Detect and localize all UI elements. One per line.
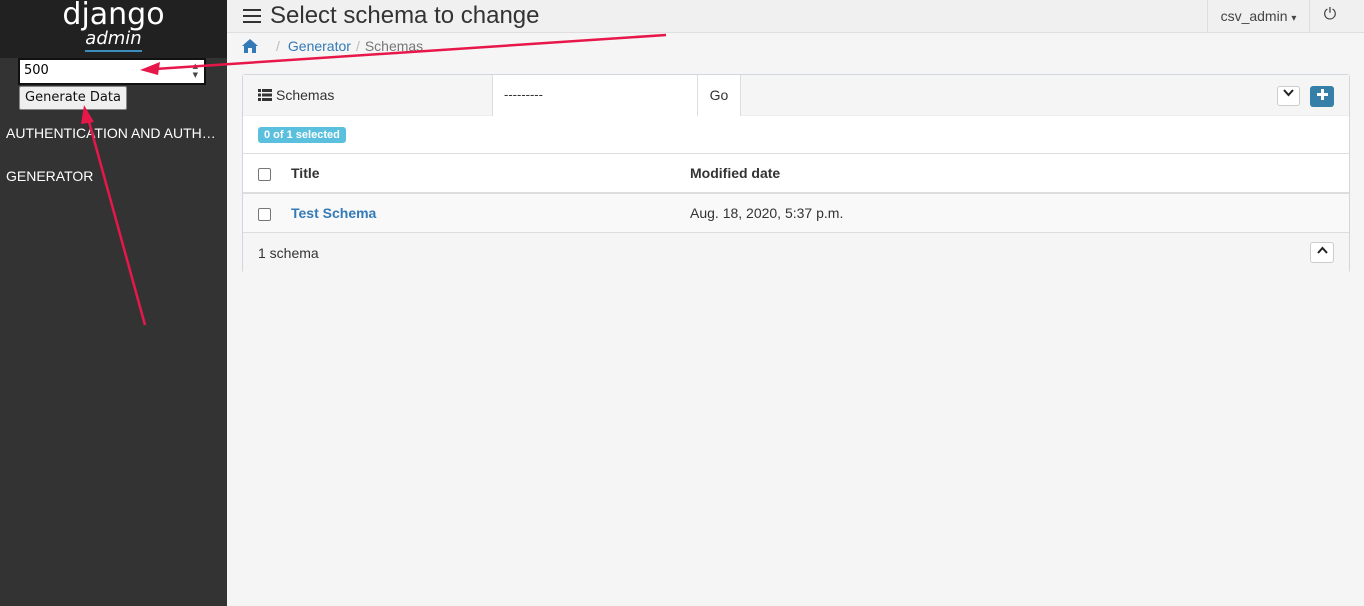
go-button[interactable]: Go [698,75,741,116]
rows-number-value: 500 [24,63,49,78]
changelist-footer: 1 schema [243,232,1349,273]
changelist-box: Schemas --------- Go 0 of 1 selected Tit… [242,74,1350,273]
row-select-cell [243,193,291,233]
hamburger-icon[interactable] [243,9,261,27]
changelist-header: Schemas --------- Go [243,75,1349,116]
column-title[interactable]: Title [291,154,690,194]
home-icon[interactable] [242,39,258,53]
username: csv_admin [1220,8,1288,24]
row-title-cell: Test Schema [291,193,690,233]
chevron-up-icon [1316,246,1328,254]
chevron-down-icon [1283,89,1294,97]
changelist-title: Schemas [258,87,334,103]
sidebar: django admin 500 ▲ ▼ Generate Data AUTHEN… [0,0,227,606]
column-modified-date[interactable]: Modified date [690,154,1349,194]
generate-form: 500 ▲ ▼ Generate Data [18,58,206,110]
result-count: 1 schema [258,244,319,261]
select-all-cell [243,154,291,194]
power-icon[interactable]: ⏻ [1310,0,1350,33]
selection-counter-row: 0 of 1 selected [243,116,1349,154]
breadcrumb: / Generator / Schemas [242,36,423,56]
spinner-arrows-icon[interactable]: ▲ ▼ [193,62,198,80]
row-checkbox[interactable] [258,207,271,221]
breadcrumb-schemas: Schemas [364,38,424,54]
table-header-row: Title Modified date [243,154,1349,194]
results-table: Title Modified date Test Schema Aug. 18,… [243,154,1349,233]
select-all-checkbox[interactable] [258,167,271,181]
scroll-top-button[interactable] [1310,241,1334,263]
breadcrumb-generator[interactable]: Generator [288,38,351,54]
caret-down-icon: ▾ [1291,13,1297,24]
plus-icon [1316,89,1328,100]
user-menu[interactable]: csv_admin ▾ [1207,0,1310,33]
breadcrumb-separator: / [355,38,360,54]
django-admin-logo[interactable]: django admin [0,0,227,58]
top-navbar: Select schema to change csv_admin ▾ ⏻ [227,0,1364,33]
logo-line1: django [62,0,165,32]
rows-number-input[interactable]: 500 ▲ ▼ [18,58,206,85]
list-icon [258,89,272,101]
logo-line2: admin [85,28,142,52]
add-schema-button[interactable] [1310,86,1334,107]
table-row: Test Schema Aug. 18, 2020, 5:37 p.m. [243,193,1349,233]
sidebar-item-auth[interactable]: AUTHENTICATION AND AUTHORIZATION [0,118,227,161]
page-title: Select schema to change [270,2,540,29]
row-title-link[interactable]: Test Schema [291,205,376,221]
sidebar-item-generator[interactable]: GENERATOR [0,161,227,204]
selected-count-badge: 0 of 1 selected [258,127,346,143]
row-modified-date: Aug. 18, 2020, 5:37 p.m. [690,193,1349,233]
generate-data-button[interactable]: Generate Data [19,86,127,110]
action-select[interactable]: --------- [492,75,698,116]
breadcrumb-separator: / [276,38,280,54]
changelist-title-text: Schemas [276,87,335,103]
collapse-button[interactable] [1277,86,1300,106]
sidebar-nav: AUTHENTICATION AND AUTHORIZATION GENERAT… [0,118,227,204]
